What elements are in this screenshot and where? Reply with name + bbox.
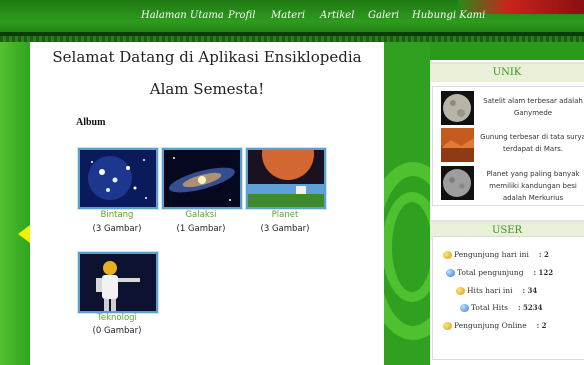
nav-item-galeri[interactable]: Galeri — [368, 10, 399, 21]
left-decoration-panel — [0, 42, 30, 365]
stat-row-total-visitors: Total pengunjung : 122 — [446, 268, 553, 277]
nav-item-hubungi-kami[interactable]: Hubungi Kami — [412, 10, 485, 21]
album-label-teknologi[interactable]: Teknologi — [67, 313, 167, 323]
nav-item-materi[interactable]: Materi — [271, 10, 305, 21]
swirl-ring-inner — [384, 192, 430, 302]
galaxy-thumbnail — [164, 150, 240, 207]
stat-value: : 34 — [522, 286, 538, 295]
user-yellow-icon — [443, 251, 452, 259]
moon-thumbnail — [441, 91, 474, 125]
user-yellow-icon — [456, 287, 465, 295]
left-arrow-icon[interactable] — [18, 225, 30, 243]
album-thumbnail-planet[interactable] — [246, 148, 326, 209]
nav-item-artikel[interactable]: Artikel — [320, 10, 354, 21]
stat-label: Pengunjung Online — [454, 321, 527, 330]
nav-item-profil[interactable]: Profil — [228, 10, 255, 21]
stat-row-total-hits: Total Hits : 5234 — [460, 303, 543, 312]
stat-row-hits-today: Hits hari ini : 34 — [456, 286, 537, 295]
album-title: Album — [76, 117, 106, 128]
welcome-heading-line2: Alam Semesta! — [149, 80, 265, 98]
star-cluster-thumbnail — [80, 150, 156, 207]
unik-fact-1: Satelit alam terbesar adalah Ganymede — [483, 97, 583, 117]
unik-image-1 — [441, 91, 474, 125]
unik-image-3 — [441, 166, 474, 200]
album-thumbnail-bintang[interactable] — [78, 148, 158, 209]
welcome-heading-line1: Selamat Datang di Aplikasi Ensiklopedia — [52, 48, 362, 66]
stat-label: Hits hari ini — [467, 286, 513, 295]
user-blue-icon — [446, 269, 455, 277]
mercury-thumbnail — [441, 166, 474, 200]
stat-row-online: Pengunjung Online : 2 — [443, 321, 547, 330]
stat-value: : 2 — [536, 321, 547, 330]
planet-landscape-thumbnail — [248, 150, 324, 207]
user-blue-icon — [460, 304, 469, 312]
album-label-planet[interactable]: Planet — [235, 210, 335, 220]
main-nav: Halaman Utama Profil Materi Artikel Gale… — [0, 10, 584, 30]
unik-image-2 — [441, 128, 474, 162]
robot-thumbnail — [80, 254, 156, 311]
unik-box-title: UNIK — [430, 62, 584, 82]
stat-value: : 5234 — [518, 303, 543, 312]
album-thumbnail-teknologi[interactable] — [78, 252, 158, 313]
stat-row-visitors-today: Pengunjung hari ini : 2 — [443, 250, 549, 259]
unik-fact-3: Planet yang paling banyak memiliki kandu… — [486, 170, 580, 202]
stat-value: : 122 — [533, 268, 554, 277]
swirl-decoration — [384, 42, 430, 365]
stat-value: : 2 — [538, 250, 549, 259]
stat-label: Pengunjung hari ini — [454, 250, 529, 259]
stat-label: Total Hits — [471, 303, 509, 312]
unik-facts-box: Satelit alam terbesar adalah Ganymede Gu… — [432, 86, 584, 206]
unik-fact-2: Gunung terbesar di tata surya terdapat d… — [480, 133, 584, 153]
stat-label: Total pengunjung — [457, 268, 524, 277]
album-thumbnail-galaksi[interactable] — [162, 148, 242, 209]
user-yellow-icon — [443, 322, 452, 330]
album-count-planet: (3 Gambar) — [260, 224, 310, 234]
nav-item-halaman-utama[interactable]: Halaman Utama — [141, 10, 224, 21]
album-count-teknologi: (0 Gambar) — [92, 326, 142, 336]
mars-surface-thumbnail — [441, 128, 474, 162]
